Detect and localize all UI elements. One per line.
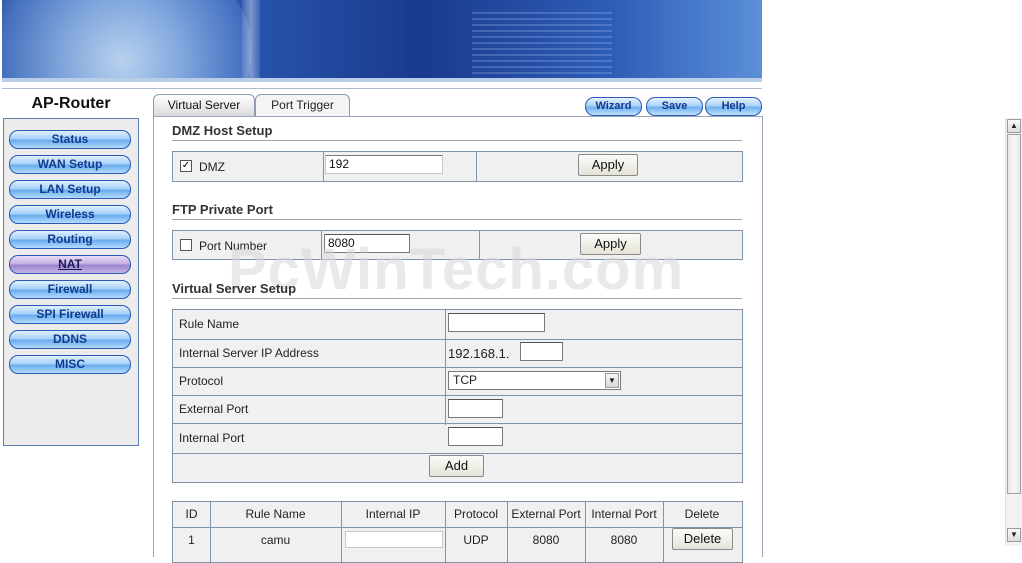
dmz-row <box>172 151 743 182</box>
col-rule-name-header: Rule Name <box>245 507 306 521</box>
protocol-label: Protocol <box>179 374 224 388</box>
nav-spi-firewall[interactable]: SPI Firewall <box>9 305 131 324</box>
scroll-down-icon[interactable]: ▼ <box>1007 528 1021 542</box>
internal-port-input[interactable] <box>448 427 503 446</box>
virtual-server-section-title: Virtual Server Setup <box>172 281 297 296</box>
globe-graphic <box>2 0 252 82</box>
tab-port-trigger[interactable]: Port Trigger <box>255 94 350 117</box>
rule-name-input[interactable] <box>448 313 545 332</box>
dmz-label: DMZ <box>199 160 225 174</box>
col-delete-header: Delete <box>684 507 720 521</box>
ftp-apply-button[interactable]: Apply <box>580 233 641 255</box>
nav-firewall[interactable]: Firewall <box>9 280 131 299</box>
nav-ddns[interactable]: DDNS <box>9 330 131 349</box>
external-port-input[interactable] <box>448 399 503 418</box>
chevron-down-icon: ▼ <box>605 373 619 388</box>
row-external-port: 8080 <box>532 533 560 547</box>
protocol-select-value: TCP <box>453 373 477 387</box>
brand-title: AP-Router <box>31 95 111 112</box>
rule-name-label: Rule Name <box>179 317 240 331</box>
col-external-port-header: External Port <box>511 507 581 521</box>
ftp-section-title: FTP Private Port <box>172 202 273 217</box>
dmz-section-title: DMZ Host Setup <box>172 123 273 138</box>
nav-wireless[interactable]: Wireless <box>9 205 131 224</box>
add-button[interactable]: Add <box>429 455 484 477</box>
help-button[interactable]: Help <box>705 97 762 116</box>
ftp-checkbox[interactable] <box>180 239 192 251</box>
nav-nat[interactable]: NAT <box>9 255 131 274</box>
dmz-ip-input[interactable]: 192 <box>325 155 443 174</box>
nav-wan-setup[interactable]: WAN Setup <box>9 155 131 174</box>
header-banner <box>2 0 762 82</box>
tab-virtual-server[interactable]: Virtual Server <box>153 94 255 117</box>
col-internal-ip-header: Internal IP <box>365 507 421 521</box>
protocol-select[interactable]: TCP ▼ <box>448 371 621 390</box>
delete-button[interactable]: Delete <box>672 528 733 550</box>
dmz-checkbox[interactable]: ✓ <box>180 160 192 172</box>
internal-port-label: Internal Port <box>179 431 245 445</box>
internal-ip-label: Internal Server IP Address <box>179 346 319 360</box>
ftp-label: Port Number <box>199 239 268 253</box>
scroll-thumb[interactable] <box>1007 134 1021 494</box>
external-port-label: External Port <box>179 402 249 416</box>
nav-misc[interactable]: MISC <box>9 355 131 374</box>
row-id: 1 <box>188 533 195 547</box>
internal-ip-input[interactable] <box>520 342 563 361</box>
ip-prefix: 192.168.1. <box>448 346 510 361</box>
row-rule-name: camu <box>260 533 291 547</box>
col-internal-port-header: Internal Port <box>591 507 657 521</box>
row-internal-port: 8080 <box>610 533 638 547</box>
col-protocol-header: Protocol <box>453 507 499 521</box>
scroll-up-icon[interactable]: ▲ <box>1007 119 1021 133</box>
dmz-apply-button[interactable]: Apply <box>578 154 638 176</box>
row-protocol: UDP <box>463 533 489 547</box>
ftp-port-input[interactable]: 8080 <box>324 234 410 253</box>
col-id-header: ID <box>185 507 198 521</box>
page-scrollbar[interactable]: ▲ ▼ <box>1005 118 1022 546</box>
row-internal-ip <box>345 531 443 548</box>
nav-routing[interactable]: Routing <box>9 230 131 249</box>
wizard-button[interactable]: Wizard <box>585 97 642 116</box>
nav-lan-setup[interactable]: LAN Setup <box>9 180 131 199</box>
save-button[interactable]: Save <box>646 97 703 116</box>
nav-status[interactable]: Status <box>9 130 131 149</box>
